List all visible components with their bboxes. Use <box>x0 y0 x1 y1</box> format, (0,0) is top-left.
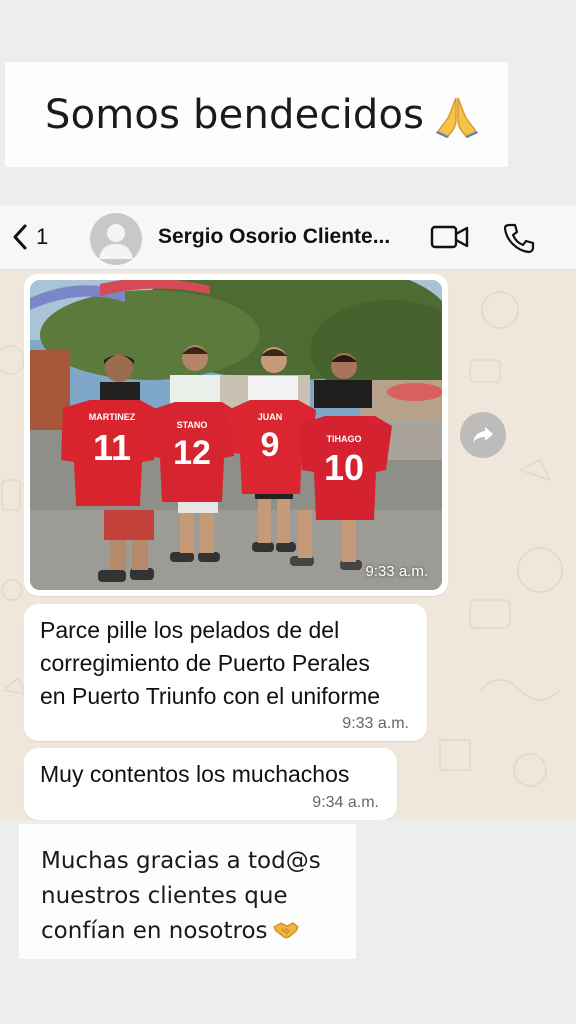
back-arrow-icon <box>13 224 27 250</box>
back-button[interactable]: 1 <box>10 219 48 255</box>
message-line: corregimiento de Puerto Perales <box>40 650 370 676</box>
thanks-text: Muchas gracias a tod@s nuestros clientes… <box>41 844 321 949</box>
phone-icon <box>503 223 535 254</box>
thanks-note: Muchas gracias a tod@s nuestros clientes… <box>19 824 356 959</box>
voice-call-button[interactable] <box>502 221 536 260</box>
caption-text: Somos bendecidos <box>45 91 425 138</box>
chat-header: 1 Sergio Osorio Cliente... <box>0 205 576 270</box>
avatar[interactable] <box>90 213 142 265</box>
thanks-line-with-emoji: confían en nosotros <box>41 914 321 949</box>
avatar-placeholder-icon <box>99 224 133 259</box>
forward-icon <box>473 427 493 443</box>
thanks-line: Muchas gracias a tod@s <box>41 848 321 874</box>
shirt-name-4: TIHAGO <box>327 434 362 444</box>
shirt-number-3: 9 <box>261 426 280 464</box>
photo-timestamp: 9:33 a.m. <box>365 563 428 580</box>
video-call-button[interactable] <box>430 223 470 256</box>
video-call-icon <box>430 225 469 249</box>
message-timestamp: 9:33 a.m. <box>342 715 409 732</box>
shirt-name-1: MARTINEZ <box>89 412 136 422</box>
team-photo-illustration: MARTINEZ 11 STANO 12 JUAN 9 TIHAGO 10 <box>30 280 442 590</box>
message-line: en Puerto Triunfo con el uniforme <box>40 683 381 709</box>
photo-message[interactable]: MARTINEZ 11 STANO 12 JUAN 9 TIHAGO 10 9:… <box>24 274 448 596</box>
message-line: Parce pille los pelados de del <box>40 617 340 643</box>
caption-banner: Somos bendecidos <box>5 62 508 167</box>
message-line: Muy contentos los muchachos <box>40 761 350 787</box>
shirt-name-3: JUAN <box>258 412 283 422</box>
message-text: Parce pille los pelados de del corregimi… <box>40 614 380 713</box>
thanks-line: confían en nosotros <box>41 918 268 944</box>
shirt-number-4: 10 <box>324 447 364 488</box>
message-timestamp: 9:34 a.m. <box>312 794 379 811</box>
handshake-emoji-icon <box>272 922 299 939</box>
text-message[interactable]: Muy contentos los muchachos 9:34 a.m. <box>24 748 397 820</box>
folded-hands-emoji-icon <box>436 97 479 138</box>
message-text: Muy contentos los muchachos <box>40 758 349 791</box>
contact-name[interactable]: Sergio Osorio Cliente... <box>158 225 390 249</box>
forward-button[interactable] <box>460 412 506 458</box>
thanks-line: nuestros clientes que <box>41 883 288 909</box>
chat-area[interactable]: MARTINEZ 11 STANO 12 JUAN 9 TIHAGO 10 9:… <box>0 270 576 820</box>
text-message[interactable]: Parce pille los pelados de del corregimi… <box>24 604 427 741</box>
shirt-number-2: 12 <box>173 434 211 472</box>
unread-count: 1 <box>36 224 49 249</box>
team-photo[interactable]: MARTINEZ 11 STANO 12 JUAN 9 TIHAGO 10 9:… <box>30 280 442 590</box>
shirt-number-1: 11 <box>93 427 131 468</box>
shirt-name-2: STANO <box>177 420 208 430</box>
